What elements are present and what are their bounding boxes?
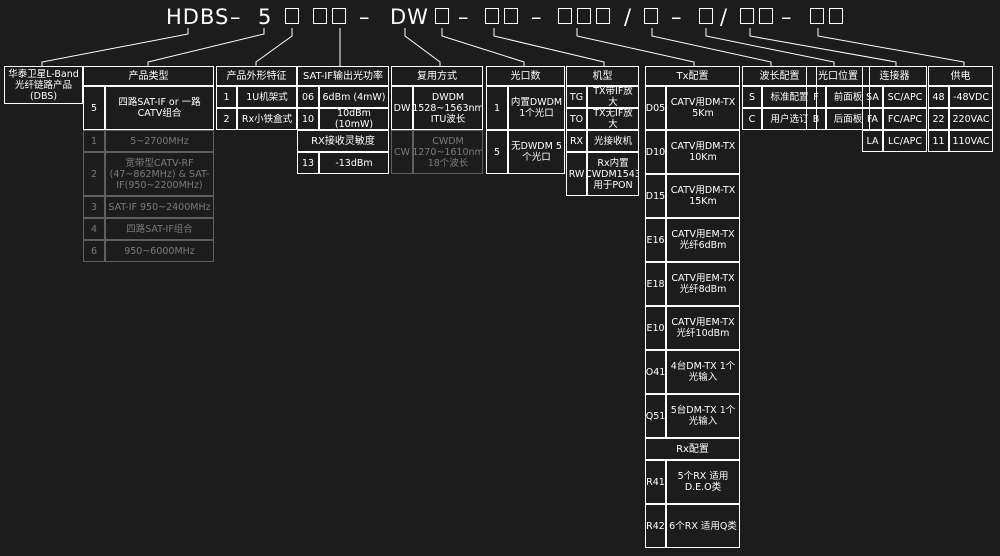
port-pos-code: F <box>806 86 826 108</box>
tx-cfg-code: E10 <box>645 306 666 350</box>
power-supply-header: 供电 <box>928 66 993 86</box>
leader-line-connector <box>749 28 897 66</box>
mux-desc: DWDM 1528~1563nm ITU波长 <box>413 86 483 130</box>
tx-cfg-code: D05 <box>645 86 666 130</box>
form-factor-code: 1 <box>216 86 237 108</box>
leader-line-mux <box>404 28 441 66</box>
product-type-desc: 四路SAT-IF or 一路CATV组合 <box>105 86 214 130</box>
connector-desc: SC/APC <box>883 86 927 108</box>
leader-line-ports <box>441 28 525 66</box>
port-pos-code: B <box>806 108 826 130</box>
model-code: TO <box>566 108 587 130</box>
product-type-code-dim: 4 <box>83 218 105 240</box>
tx-cfg-header: Tx配置 <box>645 66 740 86</box>
tx-cfg-code: D15 <box>645 174 666 218</box>
model-desc: TX无IF放大 <box>587 108 639 130</box>
leader-line-power-supply <box>817 28 965 66</box>
connector-code: LA <box>862 130 883 152</box>
product-type-code-dim: 2 <box>83 152 105 196</box>
connector-header: 连接器 <box>862 66 927 86</box>
rx-cfg-code: R42 <box>645 504 666 548</box>
product-type-header: 产品类型 <box>83 66 214 86</box>
leader-line-product-type <box>147 28 265 66</box>
tx-cfg-desc: CATV用EM-TX 光纤8dBm <box>666 262 740 306</box>
power-supply-code: 11 <box>928 130 949 152</box>
connector-lines <box>41 28 965 66</box>
tx-cfg-desc: CATV用DM-TX 15Km <box>666 174 740 218</box>
ports-header: 光口数 <box>486 66 565 86</box>
ports-code: 1 <box>486 86 508 130</box>
rx-cfg-code: R41 <box>645 460 666 504</box>
connector-code: FA <box>862 108 883 130</box>
leader-line-brand <box>41 28 189 66</box>
model-code: TG <box>566 86 587 108</box>
tx-cfg-desc: CATV用DM-TX 10Km <box>666 130 740 174</box>
product-type-desc-dim: SAT-IF 950~2400MHz <box>105 196 214 218</box>
rx-cfg-desc: 5个RX 适用D.E.O类 <box>666 460 740 504</box>
rx-cfg-desc: 6个RX 适用Q类 <box>666 504 740 548</box>
product-type-code-dim: 6 <box>83 240 105 262</box>
tx-cfg-code: Q51 <box>645 394 666 438</box>
sat-power-code: 06 <box>297 86 319 108</box>
tx-cfg-code: E18 <box>645 262 666 306</box>
sat-power-code: 10 <box>297 108 319 130</box>
power-supply-desc: -48VDC <box>949 86 993 108</box>
tx-cfg-code: D10 <box>645 130 666 174</box>
product-type-desc-dim: 5~2700MHz <box>105 130 214 152</box>
product-type-code-dim: 3 <box>83 196 105 218</box>
form-factor-desc: 1U机架式 <box>237 86 297 108</box>
mux-header: 复用方式 <box>391 66 483 86</box>
product-type-code-dim: 1 <box>83 130 105 152</box>
leader-line-port-pos <box>705 28 835 66</box>
leader-line-wavelength <box>651 28 772 66</box>
form-factor-desc: Rx小铁盒式 <box>237 108 297 130</box>
product-type-desc-dim: 四路SAT-IF组合 <box>105 218 214 240</box>
tx-cfg-code: O41 <box>645 350 666 394</box>
tx-cfg-code: E16 <box>645 218 666 262</box>
power-supply-code: 22 <box>928 108 949 130</box>
mux-code: DW <box>391 86 413 130</box>
brand-label: 华泰卫星L-Band 光纤链路产品 (DBS) <box>4 66 83 104</box>
ports-code: 5 <box>486 130 508 174</box>
connector-desc: LC/APC <box>883 130 927 152</box>
ports-desc: 无DWDM 5个光口 <box>508 130 565 174</box>
wavelength-code: C <box>742 108 762 130</box>
wavelength-code: S <box>742 86 762 108</box>
sat-power-header: SAT-IF输出光功率 <box>297 66 389 86</box>
form-factor-code: 2 <box>216 108 237 130</box>
ports-desc: 内置DWDM 1个光口 <box>508 86 565 130</box>
sat-power-desc: 6dBm (4mW) <box>319 86 389 108</box>
product-type-desc-dim: 950~6000MHz <box>105 240 214 262</box>
model-code: RX <box>566 130 587 152</box>
leader-line-form <box>255 28 293 66</box>
connector-code: SA <box>862 86 883 108</box>
model-header: 机型 <box>566 66 639 86</box>
leader-line-model <box>493 28 605 66</box>
rx-cfg-header: Rx配置 <box>645 438 740 460</box>
model-code: RW <box>566 152 587 196</box>
port-pos-header: 光口位置 <box>806 66 870 86</box>
connector-desc: FC/APC <box>883 108 927 130</box>
model-desc: Rx内置 CWDM1543 用于PON <box>587 152 639 196</box>
mux-desc-dim: CWDM 1270~1610nm 18个波长 <box>413 130 483 174</box>
power-supply-desc: 220VAC <box>949 108 993 130</box>
sat-power-desc: 10dBm (10mW) <box>319 108 389 130</box>
rx-sens-code: 13 <box>297 152 319 174</box>
leader-line-tx <box>576 28 695 66</box>
product-type-code: 5 <box>83 86 105 130</box>
product-type-desc-dim: 宽带型CATV-RF (47~862MHz) & SAT-IF(950~2200… <box>105 152 214 196</box>
mux-code-dim: CW <box>391 130 413 174</box>
form-factor-header: 产品外形特征 <box>216 66 297 86</box>
tx-cfg-desc: CATV用EM-TX 光纤6dBm <box>666 218 740 262</box>
tx-cfg-desc: 5台DM-TX 1个光输入 <box>666 394 740 438</box>
power-supply-desc: 110VAC <box>949 130 993 152</box>
tx-cfg-desc: 4台DM-TX 1个光输入 <box>666 350 740 394</box>
rx-sens-header: RX接收灵敏度 <box>297 130 389 152</box>
power-supply-code: 48 <box>928 86 949 108</box>
tx-cfg-desc: CATV用DM-TX 5Km <box>666 86 740 130</box>
model-desc: 光接收机 <box>587 130 639 152</box>
tx-cfg-desc: CATV用EM-TX 光纤10dBm <box>666 306 740 350</box>
rx-sens-desc: -13dBm <box>319 152 389 174</box>
model-desc: TX带IF放大 <box>587 86 639 108</box>
